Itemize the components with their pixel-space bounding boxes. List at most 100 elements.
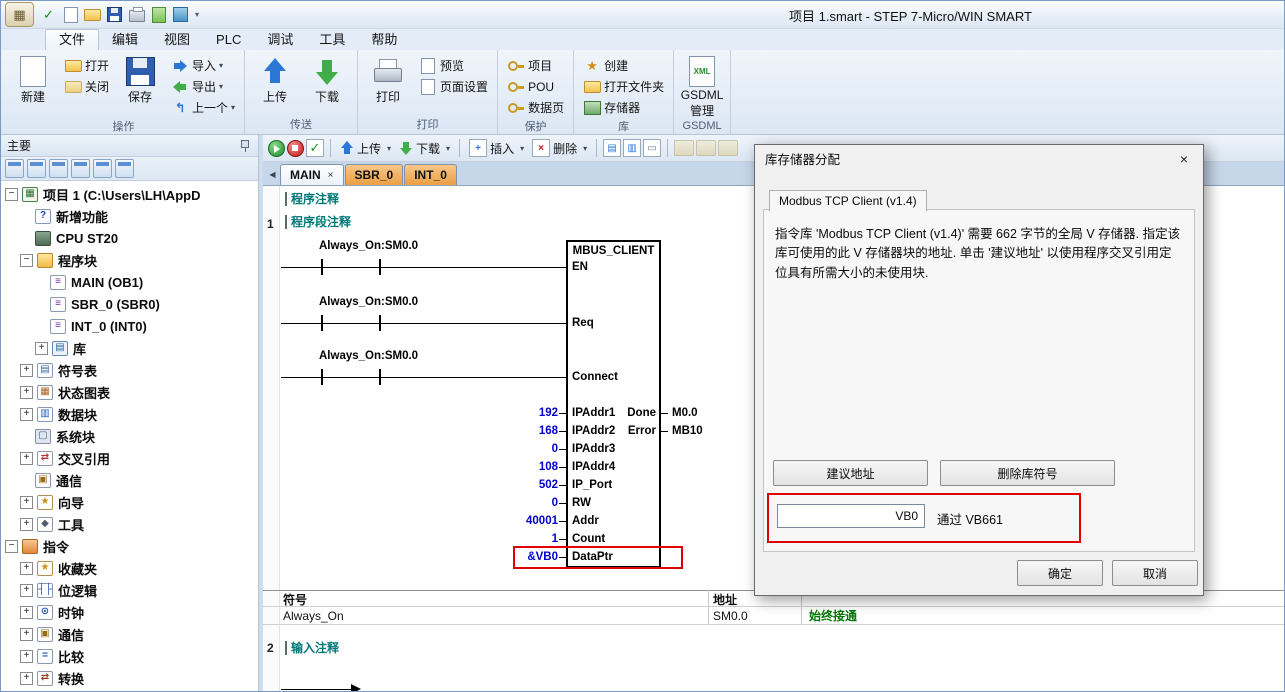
- delete-library-symbols-button[interactable]: 删除库符号: [940, 460, 1115, 486]
- new-button[interactable]: 新建: [7, 52, 59, 118]
- tree-item-main-block[interactable]: ≡MAIN (OB1): [1, 271, 258, 293]
- expand-icon[interactable]: +: [20, 650, 33, 663]
- new-document-icon[interactable]: [61, 5, 80, 24]
- tree-item-cross-reference[interactable]: +⇄交叉引用: [1, 447, 258, 469]
- contact-operand[interactable]: Always_On:SM0.0: [319, 239, 418, 253]
- editor-toolbar-extra-icon-3[interactable]: ▭: [643, 139, 661, 157]
- tab-main[interactable]: MAIN×: [280, 164, 344, 185]
- tab-sbr0[interactable]: SBR_0: [345, 164, 404, 185]
- tree-item-status-chart[interactable]: +▦状态图表: [1, 381, 258, 403]
- address-input[interactable]: [777, 504, 925, 528]
- close-button[interactable]: 关闭: [59, 76, 114, 97]
- pin-value-DataPtr[interactable]: &VB0: [478, 550, 558, 564]
- stop-button[interactable]: [287, 140, 304, 157]
- tab-int0[interactable]: INT_0: [404, 164, 457, 185]
- library-book-icon[interactable]: [171, 5, 190, 24]
- tree-item-convert[interactable]: +⇄转换: [1, 667, 258, 689]
- download-toolbar-button[interactable]: 下载▾: [396, 137, 453, 159]
- save-button[interactable]: 保存: [114, 52, 166, 118]
- editor-toolbar-extra-icon-1[interactable]: ▤: [603, 139, 621, 157]
- open-folder-icon[interactable]: [83, 5, 102, 24]
- library-open-folder-button[interactable]: 打开文件夹: [578, 76, 669, 97]
- tree-item-program-block[interactable]: −程序块: [1, 249, 258, 271]
- sidebar-toolbar-icon-5[interactable]: [93, 159, 112, 178]
- tree-item-clock[interactable]: +⊙时钟: [1, 601, 258, 623]
- editor-toolbar-folder-icon-1[interactable]: [674, 140, 694, 156]
- expand-icon[interactable]: +: [20, 364, 33, 377]
- expand-icon[interactable]: +: [20, 584, 33, 597]
- pin-value-Error[interactable]: MB10: [672, 424, 703, 438]
- page-setup-button[interactable]: 页面设置: [414, 76, 493, 97]
- tree-item-favorites[interactable]: +★收藏夹: [1, 557, 258, 579]
- customize-caret-icon[interactable]: ▾: [195, 10, 199, 19]
- tree-item-new-features[interactable]: ?新增功能: [1, 205, 258, 227]
- import-button[interactable]: 导入▾: [166, 55, 240, 76]
- previous-button[interactable]: ↰上一个▾: [166, 97, 240, 118]
- library-memory-button[interactable]: 存储器: [578, 97, 669, 118]
- gsdml-manage-button[interactable]: XML GSDML 管理: [678, 52, 726, 120]
- tree-item-library[interactable]: +▤库: [1, 337, 258, 359]
- pin-icon[interactable]: [239, 139, 252, 152]
- menu-tab-view[interactable]: 视图: [151, 30, 203, 50]
- ok-button[interactable]: 确定: [1017, 560, 1103, 586]
- library-create-button[interactable]: ★创建: [578, 55, 669, 76]
- menu-tab-tools[interactable]: 工具: [306, 30, 358, 50]
- expand-icon[interactable]: +: [20, 606, 33, 619]
- expand-icon[interactable]: +: [20, 386, 33, 399]
- tree-item-wizard[interactable]: +★向导: [1, 491, 258, 513]
- menu-tab-debug[interactable]: 调试: [254, 30, 306, 50]
- print-icon[interactable]: [127, 5, 146, 24]
- cancel-button[interactable]: 取消: [1112, 560, 1198, 586]
- tree-item-project[interactable]: −▦项目 1 (C:\Users\LH\AppD: [1, 183, 258, 205]
- tree-item-cpu[interactable]: CPU ST20: [1, 227, 258, 249]
- sidebar-toolbar-icon-2[interactable]: [27, 159, 46, 178]
- comment-cell[interactable]: 始终接通: [809, 609, 857, 623]
- tree-item-compare[interactable]: +=比较: [1, 645, 258, 667]
- expand-icon[interactable]: +: [20, 408, 33, 421]
- expand-icon[interactable]: +: [20, 562, 33, 575]
- run-button[interactable]: [268, 140, 285, 157]
- tree-item-system-block[interactable]: ▢系统块: [1, 425, 258, 447]
- contact-operand[interactable]: Always_On:SM0.0: [319, 295, 418, 309]
- address-cell[interactable]: SM0.0: [713, 609, 748, 623]
- close-icon[interactable]: ×: [328, 170, 334, 181]
- expand-icon[interactable]: +: [20, 518, 33, 531]
- pin-value-IPAddr4[interactable]: 108: [478, 460, 558, 474]
- expand-icon[interactable]: +: [20, 452, 33, 465]
- expand-icon[interactable]: +: [35, 342, 48, 355]
- editor-toolbar-folder-icon-2[interactable]: [696, 140, 716, 156]
- pin-value-Count[interactable]: 1: [478, 532, 558, 546]
- upload-toolbar-button[interactable]: 上传▾: [337, 137, 394, 159]
- save-icon[interactable]: [105, 5, 124, 24]
- symbol-cell[interactable]: Always_On: [283, 609, 344, 623]
- print-button[interactable]: 打印: [362, 52, 414, 116]
- tab-scroll-left-icon[interactable]: ◀: [265, 163, 280, 185]
- sidebar-toolbar-icon-3[interactable]: [49, 159, 68, 178]
- tab-modbus-tcp-client[interactable]: Modbus TCP Client (v1.4): [769, 190, 927, 212]
- tree-item-instructions[interactable]: −指令: [1, 535, 258, 557]
- compile-check-icon[interactable]: ✓: [39, 5, 58, 24]
- pin-value-Done[interactable]: M0.0: [672, 406, 698, 420]
- pin-value-Addr[interactable]: 40001: [478, 514, 558, 528]
- program-comment[interactable]: 程序注释: [285, 192, 339, 206]
- tree-item-bit-logic[interactable]: +┤├位逻辑: [1, 579, 258, 601]
- protect-data-page-button[interactable]: 数据页: [502, 97, 569, 118]
- tree-item-int-block[interactable]: ≡INT_0 (INT0): [1, 315, 258, 337]
- app-menu-icon[interactable]: ▦: [5, 2, 34, 27]
- pin-value-IPAddr1[interactable]: 192: [478, 406, 558, 420]
- sidebar-toolbar-icon-4[interactable]: [71, 159, 90, 178]
- export-button[interactable]: 导出▾: [166, 76, 240, 97]
- paste-icon[interactable]: [149, 5, 168, 24]
- collapse-icon[interactable]: −: [20, 254, 33, 267]
- tree-item-communication[interactable]: ▣通信: [1, 469, 258, 491]
- collapse-icon[interactable]: −: [5, 188, 18, 201]
- open-button[interactable]: 打开: [59, 55, 114, 76]
- tree-item-tools[interactable]: +◆工具: [1, 513, 258, 535]
- collapse-icon[interactable]: −: [5, 540, 18, 553]
- editor-toolbar-extra-icon-2[interactable]: ▥: [623, 139, 641, 157]
- close-icon[interactable]: ×: [1171, 149, 1197, 168]
- protect-project-button[interactable]: 项目: [502, 55, 569, 76]
- menu-tab-edit[interactable]: 编辑: [99, 30, 151, 50]
- insert-button[interactable]: +插入▾: [466, 137, 527, 159]
- sidebar-toolbar-icon-1[interactable]: [5, 159, 24, 178]
